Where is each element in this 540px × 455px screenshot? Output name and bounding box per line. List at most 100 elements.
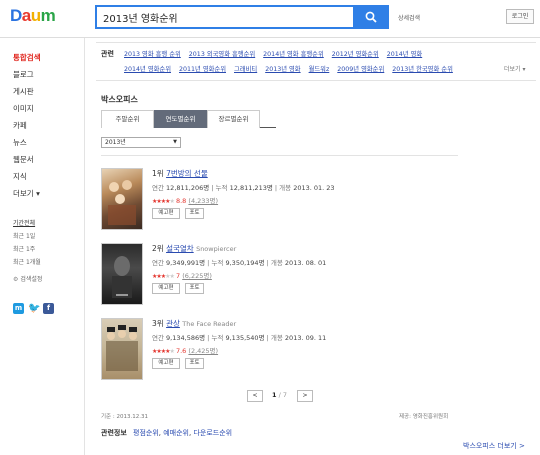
search-settings-label: 검색설정 <box>20 276 43 283</box>
related-more-button[interactable]: 더보기 ▾ <box>504 64 525 73</box>
movie-title-link[interactable]: 관상 <box>166 319 180 328</box>
movie-item: 1위 7번방의 선물 연간 12,811,206명 | 누적 12,811,21… <box>101 168 481 238</box>
sidebar-item-blog[interactable]: 블로그 <box>13 69 34 80</box>
period-all[interactable]: 기간전체 <box>13 218 35 227</box>
twitter-icon[interactable]: 🐦 <box>28 303 40 314</box>
sidebar: 통합검색 블로그 게시판 이미지 카페 뉴스 웹문서 지식 더보기 ▾ 기간전체… <box>0 38 85 455</box>
share-buttons: m 🐦 f <box>13 303 54 314</box>
sidebar-item-integrated[interactable]: 통합검색 <box>13 52 41 63</box>
period-1day[interactable]: 최근 1일 <box>13 231 35 240</box>
detail-search-link[interactable]: 상세검색 <box>398 13 420 22</box>
related-link[interactable]: 2014년 영화순위 <box>124 66 171 73</box>
photo-button[interactable]: 포토 <box>185 283 204 294</box>
search-icon <box>365 11 377 23</box>
sidebar-item-board[interactable]: 게시판 <box>13 86 34 97</box>
login-button[interactable]: 로그인 <box>506 9 534 24</box>
related-link[interactable]: 그래비티 <box>234 66 257 73</box>
trailer-button[interactable]: 예고편 <box>152 358 180 369</box>
release-label: 개봉 <box>270 334 283 342</box>
year-value: 2013년 <box>105 139 126 146</box>
photo-button[interactable]: 포토 <box>185 358 204 369</box>
rating-votes-link[interactable]: (4,233명) <box>188 197 218 205</box>
box-office-title: 박스오피스 <box>101 95 138 104</box>
current-page: 1 <box>272 391 277 399</box>
movie-rating: ★★★★★ 7.6 (2,425명) <box>152 345 218 355</box>
rating-votes-link[interactable]: (6,225명) <box>182 272 212 280</box>
annual-label: 연간 <box>152 259 164 267</box>
tab-weekend[interactable]: 주말순위 <box>101 110 154 128</box>
annual-value: 12,811,206명 <box>166 184 210 192</box>
movie-title-link[interactable]: 설국열차 <box>166 244 194 253</box>
sidebar-item-image[interactable]: 이미지 <box>13 103 34 114</box>
poster-art <box>112 256 132 298</box>
facebook-icon[interactable]: f <box>43 303 54 314</box>
related-link[interactable]: 2013년 한국영화 순위 <box>392 66 453 73</box>
booking-rank-link[interactable]: 예매순위 <box>163 429 189 437</box>
basis-date: 기준 : 2013.12.31 <box>101 414 148 420</box>
box-office-more-link[interactable]: 박스오피스 더보기 > <box>463 441 525 451</box>
tab-yearly[interactable]: 연도별순위 <box>154 110 207 128</box>
movie-stats: 연간 9,134,586명 | 누적 9,135,540명 | 개봉 2013.… <box>152 334 327 342</box>
movie-title-line: 2위 설국열차 Snowpiercer <box>152 243 236 254</box>
period-1week[interactable]: 최근 1주 <box>13 244 35 253</box>
movie-title-line: 3위 관상 The Face Reader <box>152 318 236 329</box>
related-link[interactable]: 2013 영화 흥행 순위 <box>124 51 181 58</box>
poster-art <box>108 180 136 225</box>
movie-poster[interactable] <box>101 243 143 305</box>
related-label: 관련 <box>101 50 114 58</box>
rating-rank-link[interactable]: 평점순위 <box>133 429 159 437</box>
rating-score: 7 <box>175 272 181 280</box>
rating-stars-icon: ★★★★★ <box>152 273 175 280</box>
download-rank-link[interactable]: 다운로드순위 <box>193 429 232 437</box>
movie-rating: ★★★★★ 8.8 (4,233명) <box>152 195 218 205</box>
mypeople-icon[interactable]: m <box>13 303 24 314</box>
search-settings[interactable]: ⚙ 검색설정 <box>13 274 42 283</box>
trailer-button[interactable]: 예고편 <box>152 208 180 219</box>
movie-item: 2위 설국열차 Snowpiercer 연간 9,349,991명 | 누적 9… <box>101 243 481 313</box>
divider <box>96 80 536 81</box>
movie-poster[interactable] <box>101 318 143 380</box>
sidebar-item-cafe[interactable]: 카페 <box>13 120 27 131</box>
movie-title-link[interactable]: 7번방의 선물 <box>166 169 208 178</box>
release-label: 개봉 <box>279 184 292 192</box>
cumulative-value: 12,811,213명 <box>229 184 273 192</box>
related-link[interactable]: 2011년 영화순위 <box>179 66 226 73</box>
cumulative-label: 누적 <box>211 259 224 267</box>
related-link[interactable]: 2013년 영화 <box>265 66 300 73</box>
related-info: 관련정보 평점순위, 예매순위, 다운로드순위 <box>101 429 233 437</box>
movie-item: 3위 관상 The Face Reader 연간 9,134,586명 | 누적… <box>101 318 481 388</box>
tab-genre[interactable]: 장르별순위 <box>207 110 260 128</box>
sidebar-item-news[interactable]: 뉴스 <box>13 137 27 148</box>
related-link[interactable]: 2013 외국영화 흥행순위 <box>189 51 255 58</box>
search-box <box>95 5 353 29</box>
movie-rating: ★★★★★ 7 (6,225명) <box>152 270 212 280</box>
related-link[interactable]: 2012년 영화순위 <box>332 51 379 58</box>
next-page-button[interactable]: > <box>297 390 313 402</box>
sidebar-item-knowledge[interactable]: 지식 <box>13 171 27 182</box>
trailer-button[interactable]: 예고편 <box>152 283 180 294</box>
sidebar-item-more[interactable]: 더보기 ▾ <box>13 188 40 199</box>
search-button[interactable] <box>353 5 389 29</box>
header: Daum 상세검색 로그인 <box>0 0 540 38</box>
divider <box>96 42 536 43</box>
related-link[interactable]: 2009년 영화순위 <box>337 66 384 73</box>
period-1month[interactable]: 최근 1개월 <box>13 257 41 266</box>
prev-page-button[interactable]: < <box>247 390 263 402</box>
rating-votes-link[interactable]: (2,425명) <box>188 347 218 355</box>
search-input[interactable] <box>97 7 353 27</box>
related-link[interactable]: 2014년 영화 <box>387 51 422 58</box>
photo-button[interactable]: 포토 <box>185 208 204 219</box>
related-row-1: 2013 영화 흥행 순위 2013 외국영화 흥행순위 2014년 영화 흥행순위… <box>124 49 430 58</box>
annual-label: 연간 <box>152 184 164 192</box>
year-select[interactable]: 2013년 ▼ <box>101 137 181 148</box>
related-link[interactable]: 월드워z <box>309 66 330 73</box>
cumulative-value: 9,350,194명 <box>225 259 265 267</box>
data-source: 제공: 영화진흥위원회 <box>399 414 449 420</box>
movie-poster[interactable] <box>101 168 143 230</box>
movie-rank: 3위 <box>152 319 164 328</box>
related-link[interactable]: 2014년 영화 흥행순위 <box>263 51 324 58</box>
sidebar-item-webdoc[interactable]: 웹문서 <box>13 154 34 165</box>
daum-logo[interactable]: Daum <box>10 6 70 26</box>
related-row-2: 2014년 영화순위 2011년 영화순위 그래비티 2013년 영화 월드워z 2009… <box>124 64 461 73</box>
movie-rank: 2위 <box>152 244 164 253</box>
